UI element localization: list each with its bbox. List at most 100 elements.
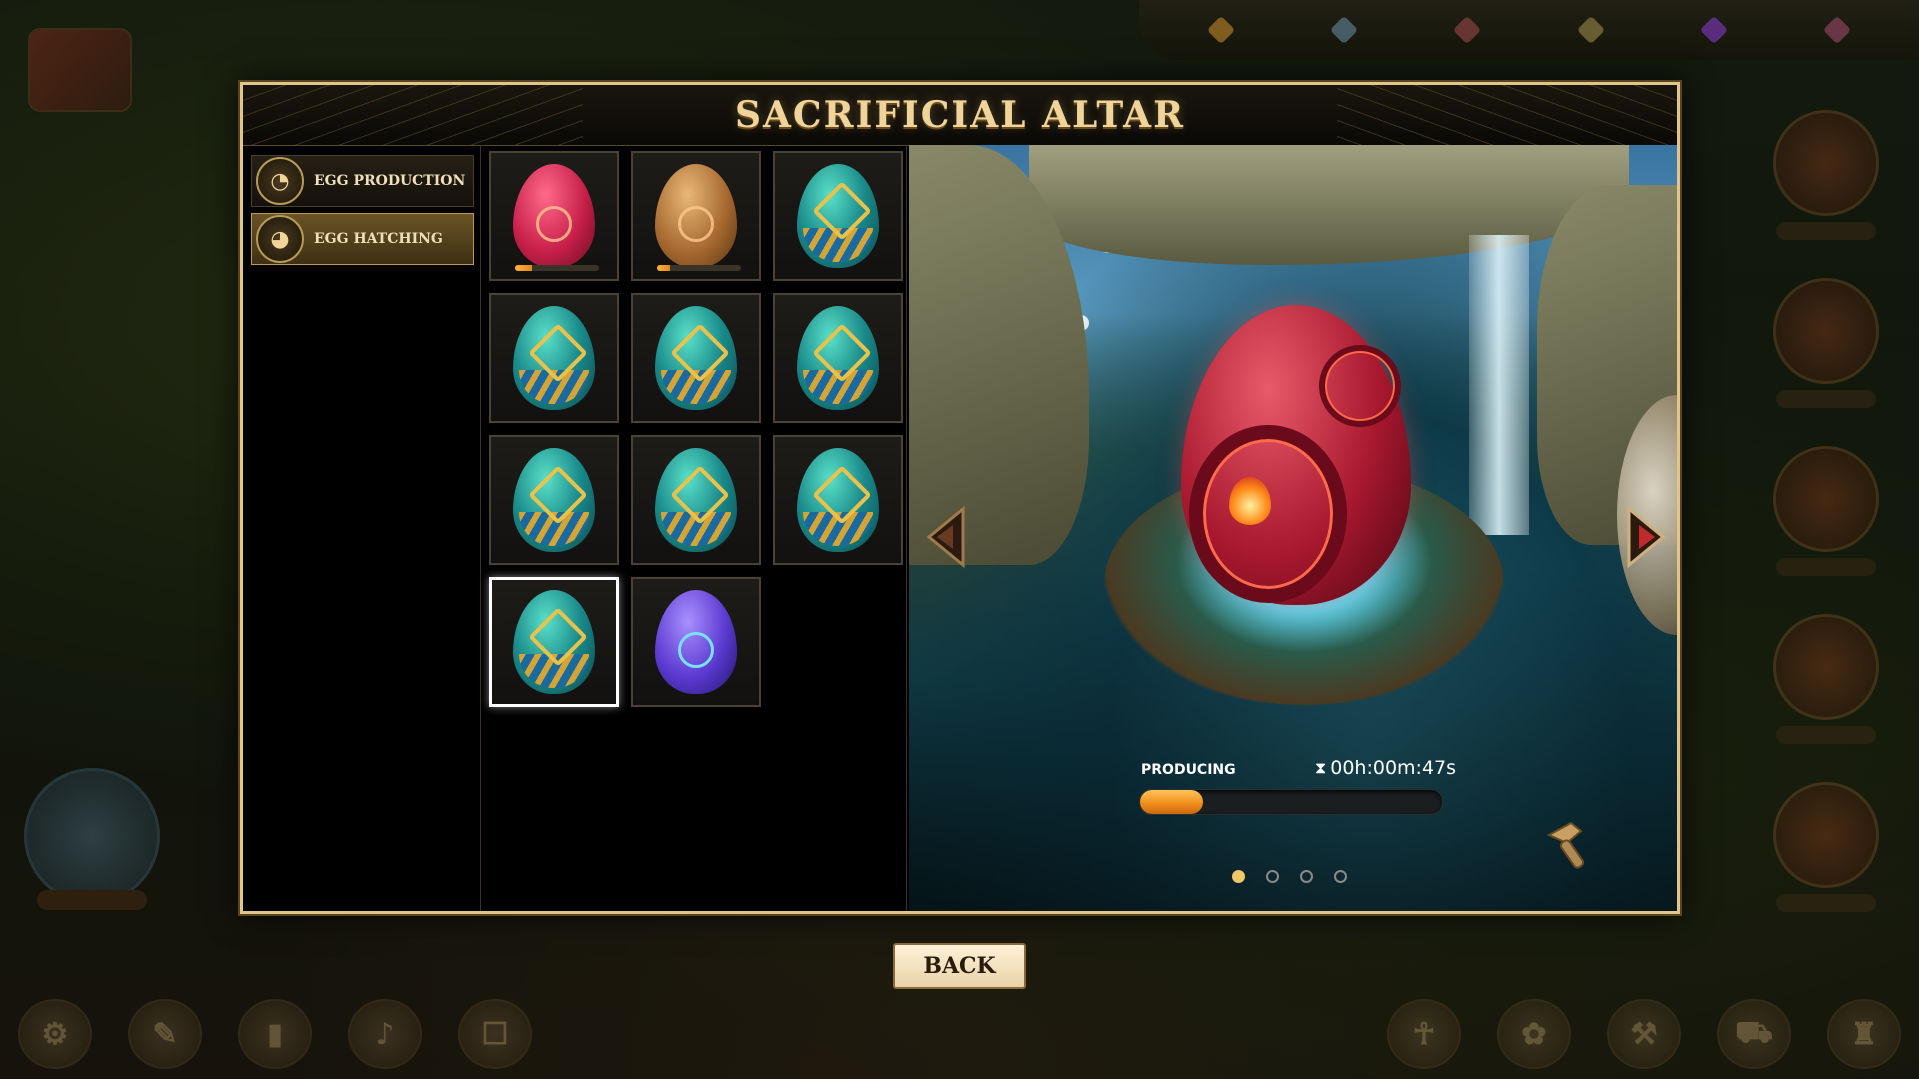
- title-ornament-left: [243, 85, 583, 145]
- side-menu-item[interactable]: [1771, 110, 1881, 250]
- production-progress-fill: [1140, 790, 1204, 814]
- rock-arch: [1029, 145, 1629, 265]
- nav-friend-button[interactable]: ☐: [450, 999, 540, 1069]
- hammer-icon: [1546, 821, 1585, 869]
- tab-egg-hatching[interactable]: ◕ EGG HATCHING: [251, 213, 474, 265]
- resource-item: [1823, 15, 1852, 45]
- green-egg-icon: [797, 306, 879, 410]
- side-menu-label: [1776, 390, 1876, 408]
- page-dot[interactable]: [1300, 870, 1313, 883]
- resource-item: [1453, 15, 1482, 45]
- chart-icon: ▮: [238, 999, 312, 1069]
- green-egg-icon: [513, 590, 595, 694]
- egg-grid: [485, 145, 907, 911]
- egg-slot[interactable]: [631, 151, 761, 281]
- egg-slot[interactable]: [631, 293, 761, 423]
- egg-production-icon: ◔: [256, 157, 304, 205]
- page-dot[interactable]: [1232, 870, 1245, 883]
- back-button[interactable]: BACK: [893, 943, 1026, 989]
- anvil-icon: ⚒: [1607, 999, 1681, 1069]
- page-dot[interactable]: [1334, 870, 1347, 883]
- page-indicator: [1232, 870, 1347, 883]
- selected-egg-large: [1181, 305, 1411, 605]
- sacrificial-altar-panel: SACRIFICIAL ALTAR ◔ EGG PRODUCTION ◕ EGG…: [240, 82, 1680, 914]
- timer-value: 00h:00m:47s: [1330, 757, 1457, 779]
- chevron-right-icon: [1627, 505, 1666, 569]
- resource-bar: [1139, 0, 1919, 60]
- nav-setting-button[interactable]: ⚙: [10, 999, 100, 1069]
- side-menu-label: [1776, 558, 1876, 576]
- side-menu-icon: [1773, 782, 1879, 888]
- egg-slot[interactable]: [489, 151, 619, 281]
- waterfall: [1469, 235, 1529, 535]
- side-menu-icon: [1773, 278, 1879, 384]
- rune-ring-small: [1319, 345, 1401, 427]
- egg-progress-bar: [657, 265, 741, 271]
- side-menu-label: [1776, 222, 1876, 240]
- prev-arrow-button[interactable]: [923, 505, 971, 569]
- nav-news-button[interactable]: ♪: [340, 999, 430, 1069]
- egg-slot[interactable]: [489, 293, 619, 423]
- egg-progress-fill: [515, 265, 532, 271]
- rune-icon: ✿: [1497, 999, 1571, 1069]
- egg-slot[interactable]: [773, 435, 903, 565]
- status-label: PRODUCING: [1141, 762, 1236, 778]
- green-egg-icon: [655, 448, 737, 552]
- side-menu: [1771, 110, 1881, 922]
- panel-title: SACRIFICIAL ALTAR: [735, 94, 1185, 136]
- egg-slot[interactable]: [773, 151, 903, 281]
- countdown-timer: ⧗ 00h:00m:47s: [1315, 757, 1456, 779]
- rune-icon: [678, 632, 714, 669]
- battle-pass-button[interactable]: [22, 768, 162, 910]
- shop-icon: ⛟: [1717, 999, 1791, 1069]
- title-ornament-right: [1337, 85, 1677, 145]
- avatar[interactable]: [28, 28, 132, 112]
- egg-slot[interactable]: [631, 435, 761, 565]
- side-menu-item[interactable]: [1771, 614, 1881, 754]
- tab-label: EGG HATCHING: [314, 231, 443, 247]
- side-menu-item[interactable]: [1771, 278, 1881, 418]
- nav-chart-button[interactable]: ▮: [230, 999, 320, 1069]
- egg-hatching-icon: ◕: [256, 215, 304, 263]
- bell-icon: ♪: [348, 999, 422, 1069]
- tab-egg-production[interactable]: ◔ EGG PRODUCTION: [251, 155, 474, 207]
- green-egg-icon: [797, 448, 879, 552]
- purple-egg-icon: [655, 590, 737, 694]
- green-egg-icon: [513, 448, 595, 552]
- egg-slot[interactable]: [631, 577, 761, 707]
- side-menu-icon: [1773, 614, 1879, 720]
- quest-icon: ✎: [128, 999, 202, 1069]
- bag-icon: ♜: [1827, 999, 1901, 1069]
- side-menu-item[interactable]: [1771, 782, 1881, 922]
- page-dot[interactable]: [1266, 870, 1279, 883]
- egg-slot[interactable]: [489, 577, 619, 707]
- side-menu-icon: [1773, 110, 1879, 216]
- chevron-left-icon: [926, 505, 965, 569]
- egg-viewer: PRODUCING ⧗ 00h:00m:47s: [909, 145, 1677, 911]
- resource-item: [1576, 15, 1605, 45]
- side-menu-label: [1776, 726, 1876, 744]
- production-progress-bar: [1139, 789, 1443, 815]
- hammer-button[interactable]: [1541, 817, 1597, 873]
- egg-progress-bar: [515, 265, 599, 271]
- rune-icon: [678, 206, 714, 243]
- egg-slot[interactable]: [489, 435, 619, 565]
- nav-gear-button[interactable]: ⚒: [1599, 999, 1689, 1069]
- rune-icon: [536, 206, 572, 243]
- next-arrow-button[interactable]: [1621, 505, 1669, 569]
- brown-egg-icon: [655, 164, 737, 268]
- green-egg-icon: [797, 164, 879, 268]
- resource-item: [1206, 15, 1235, 45]
- side-menu-item[interactable]: [1771, 446, 1881, 586]
- nav-rune-button[interactable]: ✿: [1489, 999, 1579, 1069]
- nav-shop-button[interactable]: ⛟: [1709, 999, 1799, 1069]
- resource-item: [1329, 15, 1359, 45]
- nav-unit-button[interactable]: ☥: [1379, 999, 1469, 1069]
- nav-quest-button[interactable]: ✎: [120, 999, 210, 1069]
- egg-slot[interactable]: [773, 293, 903, 423]
- nav-bag-button[interactable]: ♜: [1819, 999, 1909, 1069]
- hourglass-icon: ⧗: [1315, 758, 1327, 777]
- player-badge[interactable]: [28, 28, 132, 112]
- battle-pass-icon: [24, 768, 160, 904]
- title-bar: SACRIFICIAL ALTAR: [243, 85, 1677, 146]
